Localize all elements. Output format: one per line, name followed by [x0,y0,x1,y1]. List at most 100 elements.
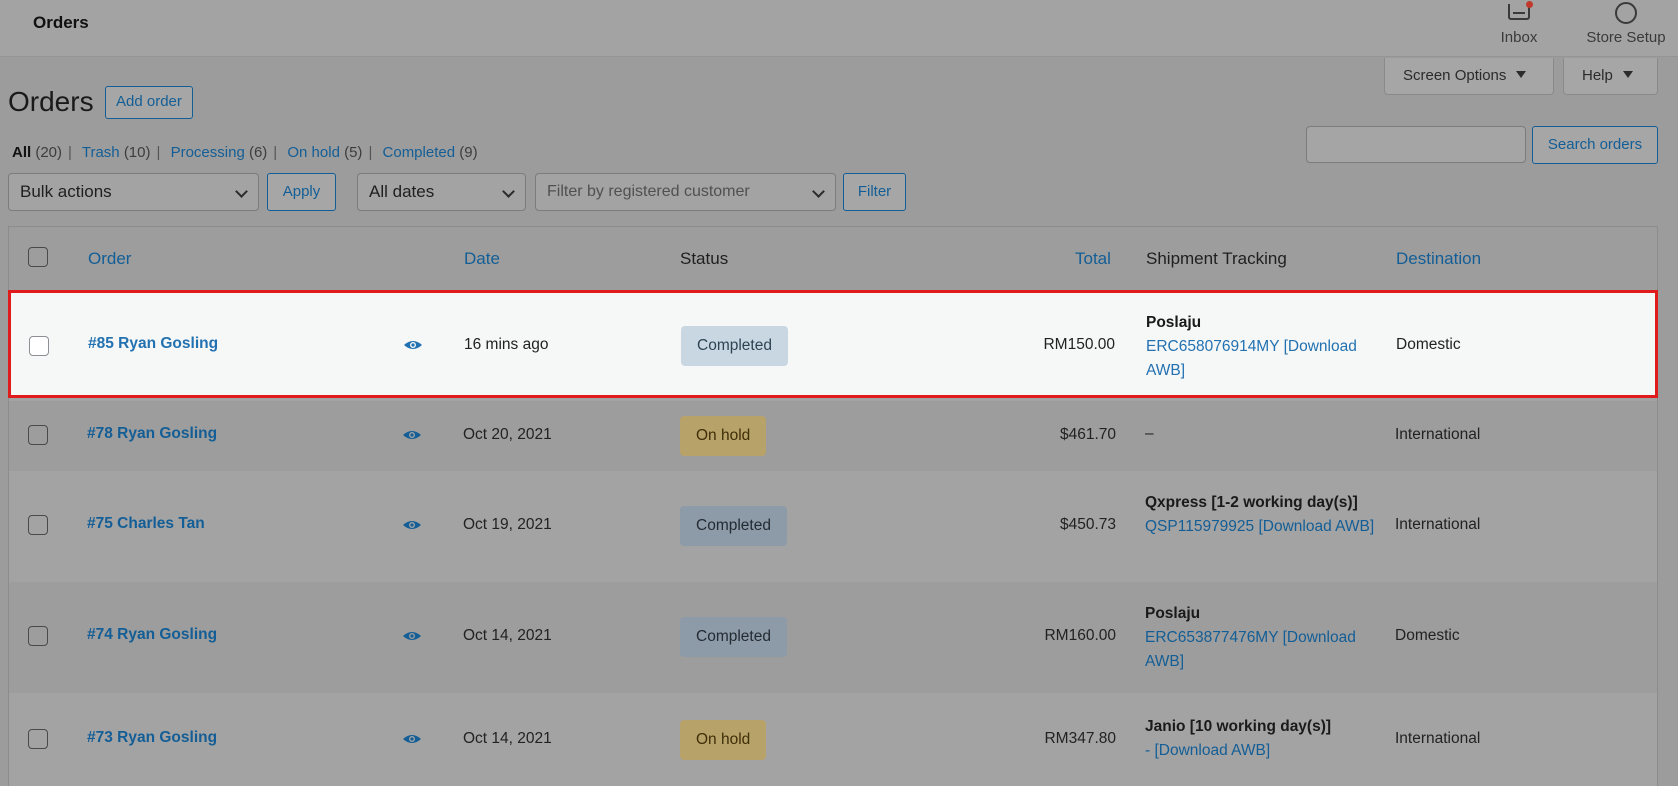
select-all-checkbox[interactable] [28,247,48,267]
destination: Domestic [1395,627,1460,644]
notification-dot [1526,1,1533,8]
column-total[interactable]: Total [1075,249,1111,269]
top-bar: Orders Inbox Store Setup [0,0,1678,57]
filter-button[interactable]: Filter [843,173,906,211]
view-count: (9) [459,144,478,161]
view-count: (20) [35,144,63,161]
preview-eye-icon[interactable] [402,519,422,531]
destination: International [1395,730,1481,747]
shipment-tracking: Qxpress [1-2 working day(s)] QSP11597992… [1145,491,1375,539]
order-link[interactable]: #85 Ryan Gosling [88,335,218,353]
order-date: Oct 14, 2021 [463,730,552,747]
column-date[interactable]: Date [464,249,500,269]
preview-eye-icon[interactable] [402,630,422,642]
order-total: RM150.00 [1043,336,1115,353]
order-link[interactable]: #73 Ryan Gosling [87,729,217,747]
view-trash[interactable]: Trash [82,144,120,161]
column-status: Status [680,249,729,268]
bulk-actions-select[interactable]: Bulk actions [8,173,259,211]
carrier-name: Qxpress [1-2 working day(s)] [1145,494,1358,511]
order-link[interactable]: #74 Ryan Gosling [87,626,217,644]
order-total: $450.73 [1059,516,1116,533]
preview-eye-icon[interactable] [403,339,423,351]
screen-options-button[interactable]: Screen Options [1384,58,1554,95]
order-total: $461.70 [1059,426,1116,443]
preview-eye-icon[interactable] [402,733,422,745]
store-setup-button[interactable]: Store Setup [1580,0,1672,57]
highlighted-order-row[interactable]: #85 Ryan Gosling 16 mins ago Completed R… [8,290,1658,398]
tracking-link[interactable]: QSP115979925 [Download AWB] [1145,518,1374,535]
table-row: #73 Ryan Gosling Oct 14, 2021 On hold RM… [9,693,1657,786]
status-badge: On hold [680,416,767,456]
help-button[interactable]: Help [1563,58,1658,95]
destination: International [1395,426,1481,443]
row-checkbox[interactable] [28,729,48,749]
row-checkbox[interactable] [28,626,48,646]
shipment-tracking: Janio [10 working day(s)] - [Download AW… [1145,715,1375,763]
column-destination[interactable]: Destination [1396,249,1481,269]
tracking-link[interactable]: - [Download AWB] [1145,742,1270,759]
status-badge: Completed [680,506,787,546]
destination: International [1395,516,1481,533]
view-completed[interactable]: Completed [383,144,456,161]
row-checkbox[interactable] [28,425,48,445]
help-label: Help [1582,67,1613,84]
caret-down-icon [1622,71,1633,78]
order-total: RM160.00 [1044,627,1116,644]
order-link[interactable]: #78 Ryan Gosling [87,425,217,443]
page-title: Orders [8,86,94,117]
order-total: RM347.80 [1044,730,1116,747]
row-checkbox[interactable] [28,515,48,535]
status-badge: On hold [680,720,767,760]
apply-button[interactable]: Apply [267,173,336,211]
carrier-name: Janio [10 working day(s)] [1145,718,1332,735]
store-setup-label: Store Setup [1586,29,1666,46]
view-count: (6) [248,144,268,161]
customer-filter-placeholder: Filter by registered customer [547,183,750,200]
add-order-button[interactable]: Add order [105,86,193,119]
status-badge: Completed [681,326,788,366]
tracking-link[interactable]: ERC653877476MY [Download AWB] [1145,629,1356,670]
screen-options-label: Screen Options [1403,67,1507,84]
inbox-button[interactable]: Inbox [1474,0,1564,57]
order-date: Oct 14, 2021 [463,627,552,644]
search-orders-button[interactable]: Search orders [1532,126,1658,164]
search-input[interactable] [1306,126,1526,163]
shipment-tracking: – [1145,422,1375,446]
chevron-down-icon [812,185,825,198]
shipment-tracking: Poslaju ERC653877476MY [Download AWB] [1145,602,1375,674]
order-date: Oct 19, 2021 [463,516,552,533]
date-filter-value: All dates [369,182,435,201]
status-views: All (20) | Trash (10) | Processing (6) | On… [12,144,478,161]
view-all[interactable]: All [12,144,31,161]
shipment-tracking: Poslaju ERC658076914MY [Download AWB] [1146,311,1376,383]
customer-filter-select[interactable]: Filter by registered customer [535,173,836,211]
tracking-empty: – [1145,425,1154,442]
row-checkbox[interactable] [29,336,49,356]
carrier-name: Poslaju [1145,605,1201,622]
date-filter-select[interactable]: All dates [357,173,526,211]
inbox-icon [1508,1,1533,20]
table-row: #75 Charles Tan Oct 19, 2021 Completed $… [9,471,1657,582]
caret-down-icon [1516,71,1527,78]
column-shipment-tracking: Shipment Tracking [1146,249,1287,268]
store-setup-icon [1615,2,1637,24]
order-date: Oct 20, 2021 [463,426,552,443]
preview-eye-icon[interactable] [402,429,422,441]
view-processing[interactable]: Processing [171,144,245,161]
view-count: (5) [344,144,363,161]
destination: Domestic [1396,336,1461,353]
tracking-link[interactable]: ERC658076914MY [Download AWB] [1146,338,1357,379]
topbar-title: Orders [33,13,89,32]
chevron-down-icon [502,185,515,198]
bulk-actions-value: Bulk actions [20,182,112,201]
chevron-down-icon [235,185,248,198]
order-date: 16 mins ago [464,336,549,353]
carrier-name: Poslaju [1146,314,1202,331]
table-header: Order Date Status Total Shipment Trackin… [9,227,1657,293]
view-on-hold[interactable]: On hold [287,144,340,161]
order-link[interactable]: #75 Charles Tan [87,515,205,533]
column-order[interactable]: Order [88,249,131,269]
table-row: #74 Ryan Gosling Oct 14, 2021 Completed … [9,582,1657,693]
view-count: (10) [123,144,151,161]
